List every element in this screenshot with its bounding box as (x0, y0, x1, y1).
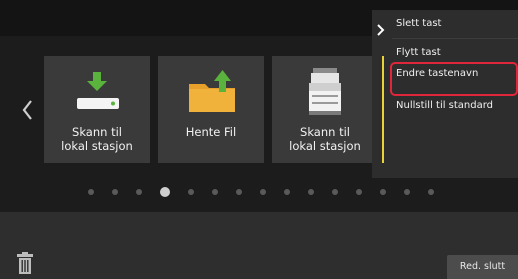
page-dot[interactable] (284, 189, 290, 195)
page-dot[interactable] (428, 189, 434, 195)
tile-label-line1: Skann til (72, 125, 122, 139)
scanner-printer-icon (272, 64, 378, 120)
page-dot[interactable] (332, 189, 338, 195)
page-dot-active[interactable] (160, 187, 170, 197)
menu-item-reset-to-default[interactable]: Nullstill til standard (396, 100, 493, 111)
tile-label-line1: Hente Fil (185, 125, 237, 139)
menu-item-delete-key[interactable]: Slett tast (396, 18, 441, 29)
scan-to-local-drive-icon (44, 64, 150, 120)
screen: Skann til lokal stasjon Hente Fil Skann … (0, 0, 518, 279)
page-dot[interactable] (112, 189, 118, 195)
tile-label-line2: lokal stasjon (61, 139, 133, 153)
page-dot[interactable] (356, 189, 362, 195)
previous-page-arrow-icon[interactable] (18, 95, 38, 125)
bottom-bar (0, 212, 518, 279)
tile-label-line2: lokal stasjon (289, 139, 361, 153)
page-dot[interactable] (136, 189, 142, 195)
tile-scan-to-local-drive[interactable]: Skann til lokal stasjon (44, 56, 150, 163)
page-indicator (88, 186, 452, 198)
menu-item-rename-key[interactable]: Endre tastenavn (396, 68, 496, 79)
page-dot[interactable] (188, 189, 194, 195)
page-dot[interactable] (380, 189, 386, 195)
page-dot[interactable] (88, 189, 94, 195)
tile-label-line1: Skann til (300, 125, 350, 139)
menu-divider (392, 38, 518, 39)
selection-indicator (382, 56, 384, 163)
page-dot[interactable] (308, 189, 314, 195)
end-edit-button[interactable]: Red. slutt (447, 255, 518, 279)
retrieve-file-folder-icon (158, 64, 264, 120)
page-dot[interactable] (212, 189, 218, 195)
page-dot[interactable] (404, 189, 410, 195)
chevron-right-icon[interactable] (376, 22, 386, 36)
trash-icon[interactable] (16, 252, 34, 274)
tile-retrieve-file[interactable]: Hente Fil (158, 56, 264, 163)
tile-scan-to-local-drive-2[interactable]: Skann til lokal stasjon (272, 56, 378, 163)
page-dot[interactable] (260, 189, 266, 195)
page-dot[interactable] (236, 189, 242, 195)
menu-item-move-key[interactable]: Flytt tast (396, 47, 441, 58)
